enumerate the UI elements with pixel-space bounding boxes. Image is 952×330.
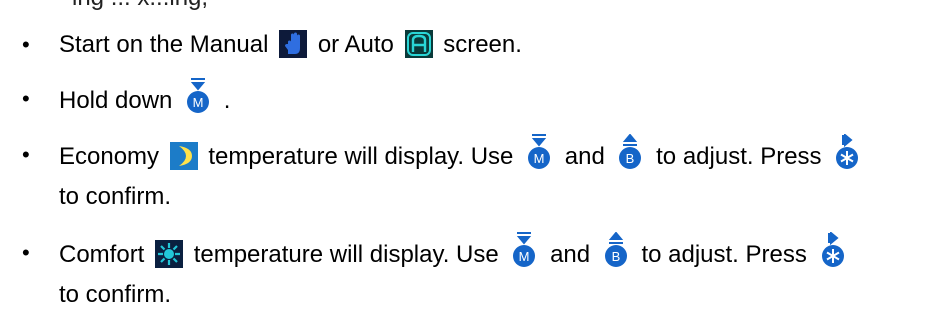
item-text-part: to adjust. Press bbox=[641, 241, 807, 268]
bullet: • bbox=[22, 86, 30, 111]
svg-text:B: B bbox=[626, 151, 635, 166]
auto-a-icon bbox=[404, 30, 433, 58]
item-text: Start on the Manual or Auto screen. bbox=[59, 24, 522, 66]
m-down-button-icon: M bbox=[509, 232, 539, 268]
item-text-part: or Auto bbox=[317, 31, 394, 58]
item-text-part: . bbox=[223, 87, 231, 114]
svg-text:M: M bbox=[519, 249, 530, 264]
item-text-part: and bbox=[550, 241, 591, 268]
svg-text:M: M bbox=[534, 151, 545, 166]
svg-text:B: B bbox=[611, 249, 620, 264]
item-text-continuation: to confirm. bbox=[59, 183, 172, 210]
item-text-part: and bbox=[564, 143, 605, 170]
item-text: Economy temperature will display. Use M bbox=[59, 134, 866, 178]
item-text-part: Economy bbox=[59, 143, 160, 170]
bullet: • bbox=[22, 32, 30, 57]
item-text-continuation: to confirm. bbox=[59, 281, 172, 308]
bullet: • bbox=[22, 240, 30, 265]
sun-icon bbox=[155, 240, 184, 268]
item-text-part: Start on the Manual bbox=[59, 31, 269, 58]
m-down-button-icon: M bbox=[524, 134, 554, 170]
item-text: Hold down M . bbox=[59, 78, 230, 122]
item-text-part: screen. bbox=[443, 31, 522, 58]
item-text-part: to adjust. Press bbox=[656, 143, 822, 170]
snowflake-button-icon bbox=[832, 134, 862, 170]
item-text-part: temperature will display. Use bbox=[208, 143, 514, 170]
item-text-part: Comfort bbox=[59, 241, 145, 268]
item-text: Comfort temperature will display. Use M bbox=[59, 232, 852, 276]
b-up-button-icon: B bbox=[601, 232, 631, 268]
instruction-page: ing ... x...ing, • Start on the Manual o… bbox=[0, 0, 952, 330]
item-text-part: temperature will display. Use bbox=[193, 241, 499, 268]
cropped-heading-line: ing ... x...ing, bbox=[72, 0, 208, 13]
b-up-button-icon: B bbox=[615, 134, 645, 170]
crescent-moon-icon bbox=[169, 142, 198, 170]
m-down-button-icon: M bbox=[183, 78, 213, 114]
bullet: • bbox=[22, 142, 30, 167]
hand-icon bbox=[279, 30, 308, 58]
snowflake-button-icon bbox=[818, 232, 848, 268]
item-text-part: Hold down bbox=[59, 87, 173, 114]
svg-text:M: M bbox=[193, 95, 204, 110]
